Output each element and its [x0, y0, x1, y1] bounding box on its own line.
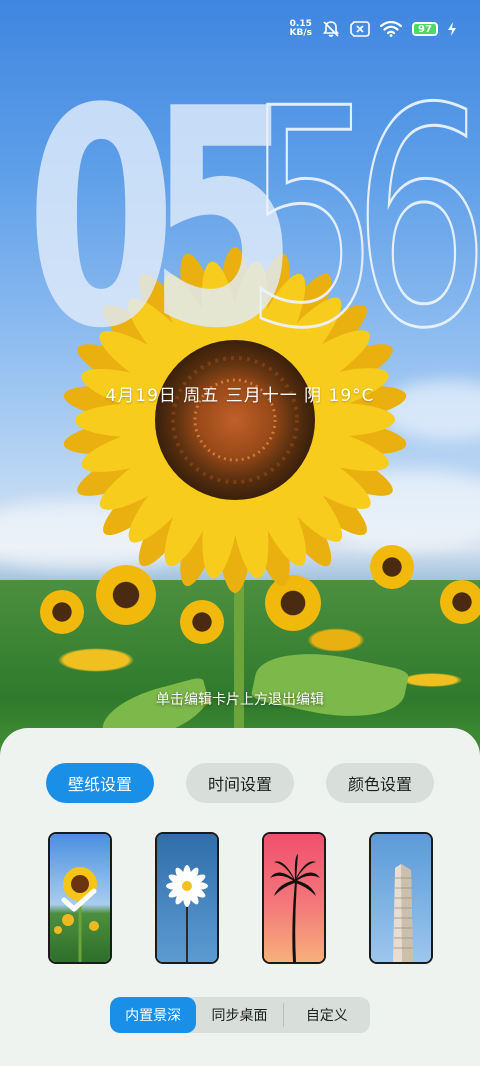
small-sunflower: [440, 580, 480, 624]
tab-label: 时间设置: [207, 775, 272, 794]
tab-label: 颜色设置: [347, 775, 412, 794]
wifi-icon: [380, 21, 402, 37]
segment-label: 同步桌面: [211, 1008, 268, 1024]
segment-sync-desktop[interactable]: 同步桌面: [196, 997, 282, 1033]
selected-check-icon: [61, 888, 97, 912]
network-speed: 0.15 KB/s: [290, 20, 312, 38]
network-speed-unit: KB/s: [289, 28, 312, 38]
status-bar: 0.15 KB/s 97: [290, 20, 456, 38]
clock-minutes: 56: [243, 45, 480, 394]
wallpaper-thumb-flatiron[interactable]: [369, 832, 433, 964]
wallpaper-thumb-daisy[interactable]: [155, 832, 219, 964]
clock-hours: 05: [26, 45, 298, 394]
tab-wallpaper-settings[interactable]: 壁纸设置: [46, 763, 154, 803]
battery-level: 97: [418, 23, 432, 35]
segment-label: 自定义: [305, 1008, 348, 1024]
charging-icon: [448, 22, 456, 36]
segment-label: 内置景深: [125, 1008, 182, 1024]
segment-custom[interactable]: 自定义: [284, 997, 370, 1033]
sim-off-icon: [350, 21, 370, 37]
palm-tree-thumbnail: [264, 834, 324, 962]
flatiron-building-thumbnail: [371, 834, 431, 962]
tab-time-settings[interactable]: 时间设置: [186, 763, 294, 803]
battery-icon: 97: [412, 22, 438, 36]
customization-panel: 壁纸设置 时间设置 颜色设置 内置景深 同步桌面 自定义: [0, 728, 480, 1066]
tab-color-settings[interactable]: 颜色设置: [326, 763, 434, 803]
daisy-thumbnail: [157, 834, 217, 962]
wallpaper-thumb-palm-tree[interactable]: [262, 832, 326, 964]
segment-built-in-depth[interactable]: 内置景深: [110, 997, 197, 1033]
date-weather-line[interactable]: 4月19日 周五 三月十一 阴 19°C: [0, 381, 480, 406]
tab-label: 壁纸设置: [67, 775, 132, 794]
wallpaper-thumb-sunflower[interactable]: [48, 832, 112, 964]
depth-mode-segmented-control: 内置景深 同步桌面 自定义: [110, 997, 370, 1033]
lock-screen-clock[interactable]: 05 56: [26, 45, 480, 394]
edit-hint-text: 单击编辑卡片上方退出编辑: [156, 692, 324, 708]
mute-icon: [322, 21, 340, 37]
